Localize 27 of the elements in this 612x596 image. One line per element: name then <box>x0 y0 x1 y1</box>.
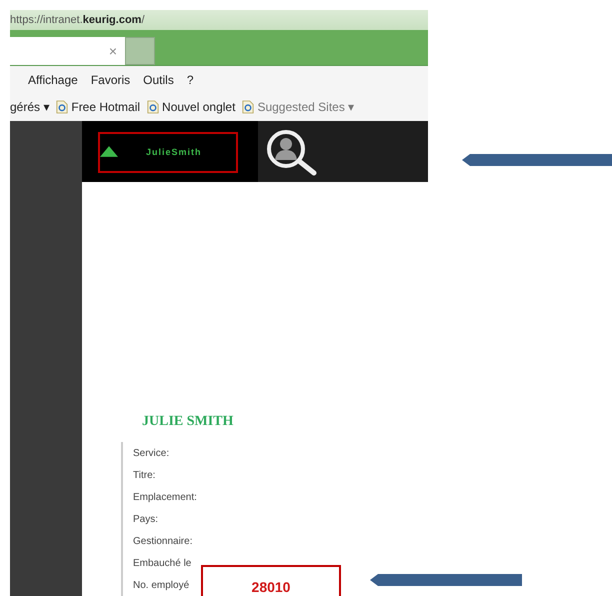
user-name: JulieSmith <box>146 146 202 156</box>
page-icon <box>147 100 160 114</box>
favorite-link[interactable]: Suggested Sites ▾ <box>257 100 354 114</box>
triangle-icon <box>100 146 118 157</box>
employee-number: 28010 <box>252 579 290 596</box>
menu-item[interactable]: Favoris <box>90 72 130 86</box>
field-label: Titre: <box>133 470 156 480</box>
menu-item[interactable]: ? <box>186 72 194 86</box>
close-tab-button[interactable]: × <box>108 43 117 59</box>
menu-item[interactable]: Affichage <box>28 72 78 86</box>
favorites-folder[interactable]: gérés ▾ <box>10 100 50 114</box>
browser-tab[interactable]: × <box>10 37 125 65</box>
favorite-link[interactable]: Free Hotmail <box>71 100 140 114</box>
favorite-link[interactable]: Nouvel onglet <box>162 100 236 114</box>
profile-name: JULIE SMITH <box>142 414 234 430</box>
field-label: Gestionnaire: <box>133 536 192 546</box>
field-label: Embauché le <box>133 558 192 568</box>
field-label: Pays: <box>133 514 158 524</box>
field-label: Emplacement: <box>133 492 197 502</box>
field-label: No. employé <box>133 580 190 590</box>
menu-item[interactable]: Outils <box>143 72 174 86</box>
page-icon <box>242 100 254 114</box>
field-label: Service: <box>133 448 170 458</box>
address-bar[interactable]: https://intranet.keurig.com/ <box>10 10 428 30</box>
user-menu[interactable]: JulieSmith <box>100 146 202 157</box>
url-text: https://intranet.keurig.com/ <box>10 14 145 26</box>
page-icon <box>56 100 68 114</box>
